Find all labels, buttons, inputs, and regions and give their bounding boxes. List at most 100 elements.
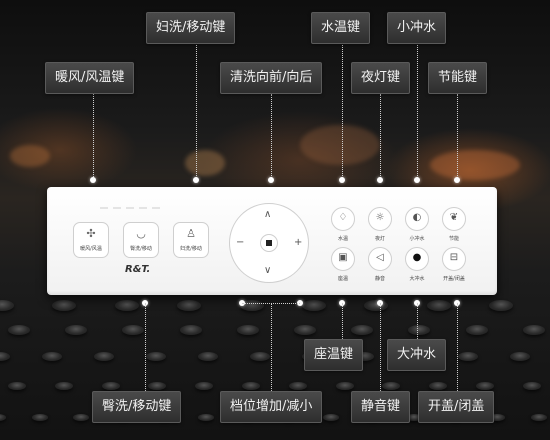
- water-temp-button-label: 水温: [337, 236, 348, 242]
- small-flush-button-label: 小冲水: [409, 236, 425, 242]
- label-seat-temp: 座温键: [304, 339, 364, 371]
- floor-tile: [65, 325, 88, 335]
- floor-tile: [177, 300, 202, 311]
- label-lady-wash: 妇洗/移动键: [146, 12, 236, 44]
- hip-wash-button-label: 臀洗/移动: [130, 246, 152, 252]
- speaker-icon: ◁: [376, 252, 384, 263]
- bg-light: [10, 145, 50, 167]
- callout-line: [380, 303, 381, 391]
- floor-tile: [31, 414, 48, 422]
- big-flush-button-label: 大冲水: [409, 276, 425, 282]
- label-eco: 节能键: [428, 62, 488, 94]
- floor-tile: [179, 325, 202, 335]
- bg-light: [185, 150, 225, 176]
- floor-tile: [522, 325, 545, 335]
- hip-wash-button[interactable]: ◡ 臀洗/移动: [123, 222, 159, 258]
- label-small-flush: 小冲水: [387, 12, 447, 44]
- floor-tile: [294, 325, 316, 335]
- callout-line: [457, 303, 458, 391]
- callout-dot: [339, 177, 345, 183]
- floor-tile: [322, 414, 339, 422]
- floor-tile: [288, 382, 307, 391]
- seat-heat-icon: ▣: [338, 252, 348, 263]
- callout-dot: [454, 177, 460, 183]
- brand-logo: R&T.: [125, 264, 151, 275]
- callout-dot: [268, 177, 274, 183]
- lady-wash-icon: ♙: [186, 227, 196, 240]
- callout-dot: [377, 177, 383, 183]
- floor-tile: [335, 382, 354, 391]
- seat-temp-button-label: 座温: [337, 276, 348, 282]
- label-hip-wash: 臀洗/移动键: [92, 391, 182, 423]
- callout-line: [271, 94, 272, 180]
- floor-tile: [250, 352, 270, 361]
- callout-line: [342, 303, 343, 339]
- floor-tile: [458, 352, 478, 361]
- indicator-led: [100, 207, 108, 209]
- label-warm-air: 暖风/风温键: [45, 62, 135, 94]
- floor-tile: [122, 325, 145, 335]
- night-light-button[interactable]: ☼ 夜灯: [368, 207, 392, 242]
- lady-wash-button-label: 妇洗/移动: [180, 246, 202, 252]
- floor-tile: [198, 352, 218, 361]
- warm-air-button[interactable]: ✣ 暖风/风温: [73, 222, 109, 258]
- callout-dot: [193, 177, 199, 183]
- floor-tile: [114, 300, 139, 311]
- leaf-icon: ❦: [449, 212, 459, 223]
- callout-dot: [414, 177, 420, 183]
- floor-tile: [236, 325, 259, 335]
- label-water-temp: 水温键: [311, 12, 371, 44]
- label-mute: 静音键: [351, 391, 411, 423]
- floor-tile: [8, 325, 30, 335]
- label-wash-position: 清洗向前/向后: [220, 62, 323, 94]
- callout-line: [380, 94, 381, 180]
- big-flush-button[interactable]: ● 大冲水: [405, 247, 429, 282]
- lid-icon: ⊟: [449, 252, 459, 263]
- half-drop-icon: ◐: [412, 212, 422, 223]
- dpad-up-arrow[interactable]: ∧: [264, 210, 271, 220]
- callout-line: [196, 43, 197, 180]
- lid-button-label: 开盖/闭盖: [443, 276, 465, 282]
- water-drop-temp-icon: ♢: [338, 212, 348, 223]
- callout-dot: [90, 177, 96, 183]
- floor-tile: [101, 382, 120, 391]
- label-night-light: 夜灯键: [351, 62, 411, 94]
- dpad-down-arrow[interactable]: ∨: [264, 266, 271, 276]
- indicator-led: [126, 207, 134, 209]
- floor-tile: [522, 382, 541, 391]
- seat-temp-button[interactable]: ▣ 座温: [331, 247, 355, 282]
- callout-line: [271, 303, 272, 391]
- callout-line: [342, 43, 343, 180]
- eco-button[interactable]: ❦ 节能: [442, 207, 466, 242]
- callout-line: [145, 303, 146, 391]
- bg-light: [430, 150, 520, 180]
- dpad-left-minus[interactable]: −: [236, 238, 244, 248]
- mute-button[interactable]: ◁ 静音: [368, 247, 392, 282]
- lady-wash-button[interactable]: ♙ 妇洗/移动: [173, 222, 209, 258]
- floor-tile: [146, 352, 166, 361]
- label-big-flush: 大冲水: [387, 339, 447, 371]
- bg-light: [300, 125, 380, 165]
- floor-tile: [530, 414, 547, 422]
- floor-tile: [489, 300, 514, 311]
- sun-icon: ☼: [375, 212, 385, 223]
- direction-pad[interactable]: ∧ ∨ − +: [229, 203, 309, 283]
- night-light-button-label: 夜灯: [374, 236, 385, 242]
- indicator-led: [113, 207, 121, 209]
- callout-line: [93, 94, 94, 179]
- water-temp-button[interactable]: ♢ 水温: [331, 207, 355, 242]
- hip-wash-icon: ◡: [136, 227, 146, 240]
- mute-button-label: 静音: [374, 276, 385, 282]
- lid-button[interactable]: ⊟ 开盖/闭盖: [442, 247, 466, 282]
- callout-line: [457, 94, 458, 180]
- floor-tile: [302, 300, 326, 311]
- floor-tile: [408, 325, 431, 335]
- callout-line: [417, 303, 418, 339]
- remote-control: ✣ 暖风/风温 ◡ 臀洗/移动 ♙ 妇洗/移动 R&T. ∧ ∨ − + ♢ 水…: [47, 187, 497, 295]
- small-flush-button[interactable]: ◐ 小冲水: [405, 207, 429, 242]
- floor-tile: [351, 325, 374, 335]
- dpad-stop-button[interactable]: [260, 234, 278, 252]
- dpad-right-plus[interactable]: +: [294, 238, 302, 248]
- warm-air-button-label: 暖风/风温: [80, 246, 102, 252]
- full-drop-icon: ●: [412, 252, 422, 263]
